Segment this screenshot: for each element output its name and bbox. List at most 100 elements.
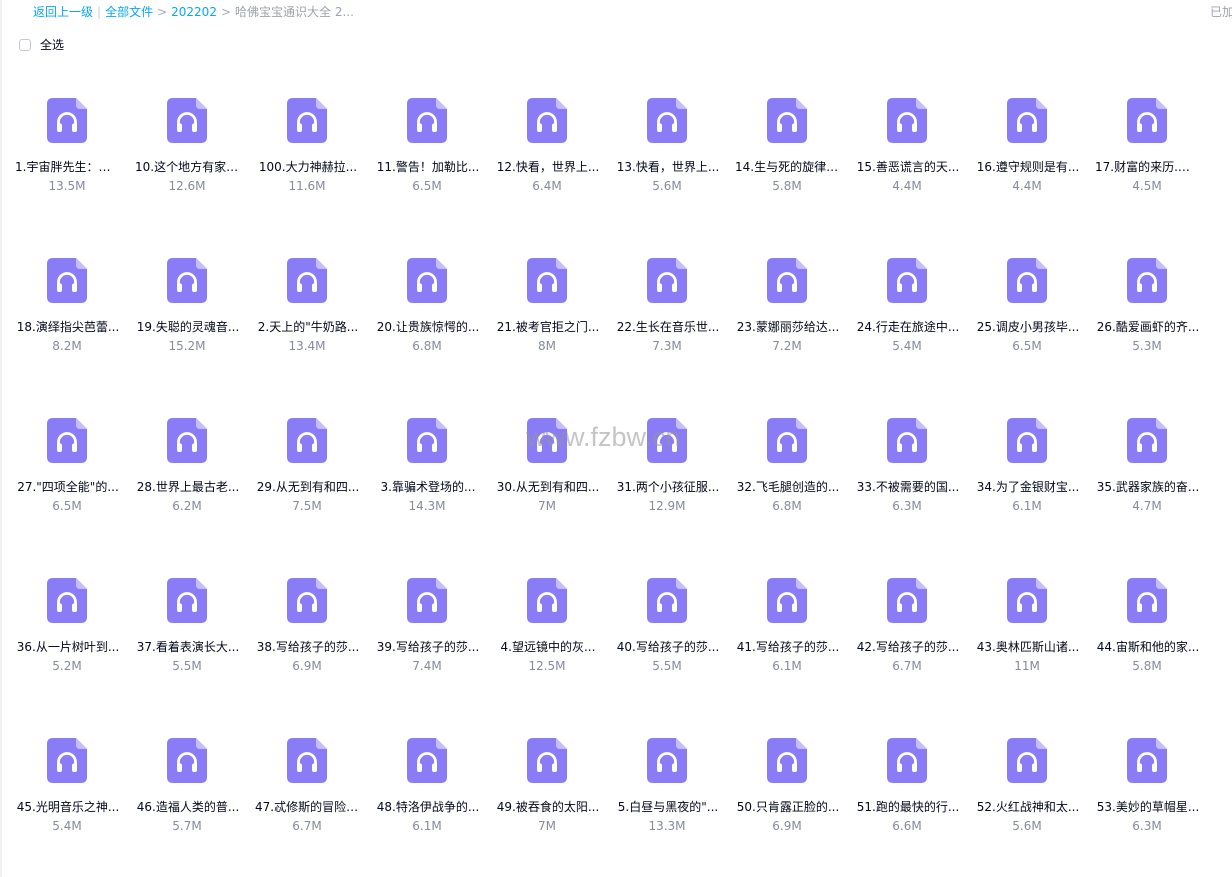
file-name: 38.写给孩子的莎... [256, 640, 360, 654]
breadcrumb-current: 哈佛宝宝通识大全 2... [235, 5, 354, 19]
file-tile[interactable]: 38.写给孩子的莎... 6.9M [247, 560, 367, 720]
file-tile[interactable]: 35.武器家族的奋... 4.7M [1087, 400, 1207, 560]
file-tile[interactable]: 28.世界上最古老... 6.2M [127, 400, 247, 560]
file-tile[interactable]: 33.不被需要的国... 6.3M [847, 400, 967, 560]
file-name: 13.快看，世界上... [616, 160, 720, 174]
file-tile[interactable]: 51.跑的最快的行... 6.6M [847, 720, 967, 877]
file-tile[interactable]: 16.遵守规则是有... 4.4M [967, 80, 1087, 240]
file-tile[interactable]: 32.飞毛腿创造的... 6.8M [727, 400, 847, 560]
file-tile[interactable]: 11.警告！加勒比... 6.5M [367, 80, 487, 240]
select-all-control[interactable]: 全选 [19, 37, 64, 53]
audio-headphones-icon [47, 418, 87, 463]
file-tile[interactable]: 52.火红战神和太... 5.6M [967, 720, 1087, 877]
file-name: 14.生与死的旋律.... [735, 160, 841, 174]
file-tile[interactable]: 50.只肯露正脸的... 6.9M [727, 720, 847, 877]
file-tile[interactable]: 100.大力神赫拉... 11.6M [247, 80, 367, 240]
audio-headphones-icon [767, 578, 807, 623]
file-tile[interactable]: 27."四项全能"的... 6.5M [7, 400, 127, 560]
file-name: 31.两个小孩征服... [616, 480, 720, 494]
file-size: 5.4M [52, 819, 82, 833]
audio-headphones-icon [527, 738, 567, 783]
file-size: 6.3M [892, 499, 922, 513]
file-tile[interactable]: 37.看着表演长大... 5.5M [127, 560, 247, 720]
file-name: 45.光明音乐之神... [16, 800, 120, 814]
file-tile[interactable]: 2.天上的"牛奶路... 13.4M [247, 240, 367, 400]
file-tile[interactable]: 5.白昼与黑夜的"... 13.3M [607, 720, 727, 877]
file-tile[interactable]: 1.宇宙胖先生：宇... 13.5M [7, 80, 127, 240]
file-size: 5.2M [52, 659, 82, 673]
audio-headphones-icon [527, 258, 567, 303]
file-name: 2.天上的"牛奶路... [257, 320, 359, 334]
file-tile[interactable]: 31.两个小孩征服... 12.9M [607, 400, 727, 560]
file-tile[interactable]: 21.被考官拒之门... 8M [487, 240, 607, 400]
file-tile[interactable]: 17.财富的来历.m4a 4.5M [1087, 80, 1207, 240]
file-name: 22.生长在音乐世... [616, 320, 720, 334]
file-size: 7M [538, 499, 556, 513]
file-size: 6.8M [412, 339, 442, 353]
audio-headphones-icon [407, 258, 447, 303]
file-size: 6.5M [1012, 339, 1042, 353]
file-tile[interactable]: 30.从无到有和四... 7M [487, 400, 607, 560]
file-tile[interactable]: 34.为了金银财宝... 6.1M [967, 400, 1087, 560]
file-name: 53.美妙的草帽星... [1096, 800, 1200, 814]
file-name: 49.被吞食的太阳... [496, 800, 600, 814]
file-tile[interactable]: 24.行走在旅途中... 5.4M [847, 240, 967, 400]
file-tile[interactable]: 48.特洛伊战争的... 6.1M [367, 720, 487, 877]
file-size: 5.5M [172, 659, 202, 673]
file-size: 6.5M [412, 179, 442, 193]
file-name: 100.大力神赫拉... [258, 160, 358, 174]
file-name: 44.宙斯和他的家... [1096, 640, 1200, 654]
file-name: 43.奥林匹斯山诸... [976, 640, 1080, 654]
audio-headphones-icon [287, 578, 327, 623]
file-tile[interactable]: 39.写给孩子的莎... 7.4M [367, 560, 487, 720]
file-tile[interactable]: 41.写给孩子的莎... 6.1M [727, 560, 847, 720]
file-size: 7.2M [772, 339, 802, 353]
file-tile[interactable]: 36.从一片树叶到... 5.2M [7, 560, 127, 720]
file-tile[interactable]: 46.造福人类的普... 5.7M [127, 720, 247, 877]
file-tile[interactable]: 22.生长在音乐世... 7.3M [607, 240, 727, 400]
back-link[interactable]: 返回上一级 [33, 5, 93, 19]
file-tile[interactable]: 47.忒修斯的冒险.... 6.7M [247, 720, 367, 877]
file-tile[interactable]: 18.演绎指尖芭蕾... 8.2M [7, 240, 127, 400]
file-size: 7.4M [412, 659, 442, 673]
file-tile[interactable]: 12.快看，世界上... 6.4M [487, 80, 607, 240]
file-tile[interactable]: 3.靠骗术登场的... 14.3M [367, 400, 487, 560]
file-tile[interactable]: 19.失聪的灵魂音... 15.2M [127, 240, 247, 400]
file-tile[interactable]: 4.望远镜中的灰... 12.5M [487, 560, 607, 720]
file-name: 33.不被需要的国... [856, 480, 960, 494]
file-name: 42.写给孩子的莎... [856, 640, 960, 654]
file-tile[interactable]: 20.让贵族惊愕的... 6.8M [367, 240, 487, 400]
file-tile[interactable]: 44.宙斯和他的家... 5.8M [1087, 560, 1207, 720]
file-tile[interactable]: 10.这个地方有家"... 12.6M [127, 80, 247, 240]
file-tile[interactable]: 15.善恶谎言的天... 4.4M [847, 80, 967, 240]
audio-headphones-icon [1007, 98, 1047, 143]
audio-headphones-icon [167, 578, 207, 623]
audio-headphones-icon [167, 418, 207, 463]
file-tile[interactable]: 42.写给孩子的莎... 6.7M [847, 560, 967, 720]
file-size: 6.5M [52, 499, 82, 513]
file-tile[interactable]: 13.快看，世界上... 5.6M [607, 80, 727, 240]
file-size: 4.7M [1132, 499, 1162, 513]
file-name: 3.靠骗术登场的... [380, 480, 476, 494]
file-tile[interactable]: 49.被吞食的太阳... 7M [487, 720, 607, 877]
audio-headphones-icon [887, 98, 927, 143]
file-tile[interactable]: 26.酷爱画虾的齐... 5.3M [1087, 240, 1207, 400]
file-tile[interactable]: 53.美妙的草帽星... 6.3M [1087, 720, 1207, 877]
file-tile[interactable]: 23.蒙娜丽莎给达... 7.2M [727, 240, 847, 400]
file-name: 48.特洛伊战争的... [376, 800, 480, 814]
file-tile[interactable]: 40.写给孩子的莎... 5.5M [607, 560, 727, 720]
file-name: 50.只肯露正脸的... [736, 800, 840, 814]
select-all-checkbox[interactable] [19, 39, 31, 51]
file-size: 6.1M [1012, 499, 1042, 513]
breadcrumb-all-files[interactable]: 全部文件 [105, 5, 153, 19]
breadcrumb-folder[interactable]: 202202 [171, 5, 217, 19]
file-tile[interactable]: 43.奥林匹斯山诸... 11M [967, 560, 1087, 720]
file-size: 5.7M [172, 819, 202, 833]
file-tile[interactable]: 29.从无到有和四... 7.5M [247, 400, 367, 560]
file-tile[interactable]: 25.调皮小男孩毕... 6.5M [967, 240, 1087, 400]
file-tile[interactable]: 45.光明音乐之神... 5.4M [7, 720, 127, 877]
file-name: 21.被考官拒之门... [496, 320, 600, 334]
audio-headphones-icon [167, 738, 207, 783]
breadcrumb-chevron-icon: > [157, 5, 168, 19]
file-tile[interactable]: 14.生与死的旋律.... 5.8M [727, 80, 847, 240]
